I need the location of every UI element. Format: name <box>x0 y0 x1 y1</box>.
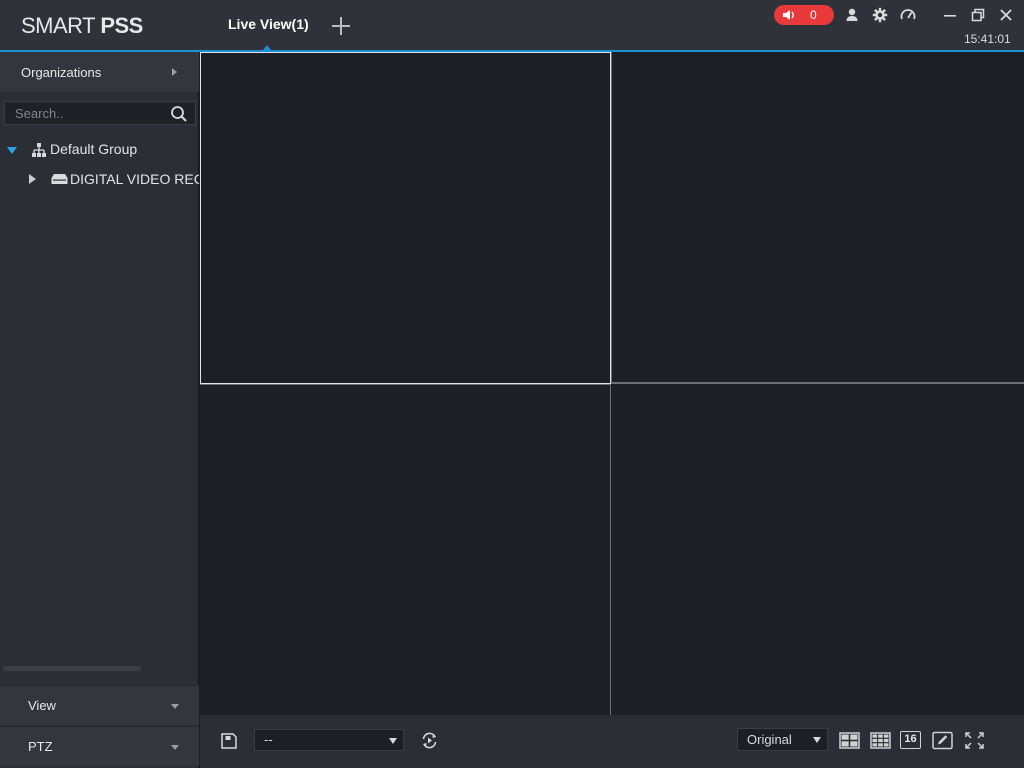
video-window-2[interactable] <box>612 52 1024 382</box>
video-window-4[interactable] <box>611 384 1024 715</box>
expand-right-icon[interactable] <box>29 174 36 184</box>
minimize-icon[interactable] <box>942 7 958 23</box>
search-icon[interactable] <box>170 105 188 123</box>
accordion-label: View <box>28 698 56 713</box>
dropdown-arrow-icon <box>813 737 821 743</box>
tree-item-label: Default Group <box>50 141 138 157</box>
view-select[interactable]: -- <box>254 729 404 751</box>
search-input[interactable] <box>15 105 160 122</box>
video-window-3[interactable] <box>200 385 610 715</box>
alarm-button[interactable]: 0 <box>774 5 834 25</box>
organizations-header[interactable]: Organizations <box>0 52 199 92</box>
org-tree-icon <box>32 143 46 157</box>
video-window-1[interactable] <box>200 52 611 384</box>
layout-4-grid-icon[interactable] <box>839 731 860 750</box>
gear-icon[interactable] <box>872 7 888 23</box>
aspect-ratio-value: Original <box>747 732 792 747</box>
tree-item-default-group[interactable]: Default Group <box>0 137 199 163</box>
sidebar: Organizations Default Group DIGITAL VIDE… <box>0 52 199 768</box>
video-grid <box>200 52 1024 715</box>
title-bar: SMART PSS Live View(1) 0 15:41:01 <box>0 0 1024 50</box>
dropdown-arrow-icon <box>389 738 397 744</box>
organizations-label: Organizations <box>21 65 102 80</box>
user-icon[interactable] <box>844 7 860 23</box>
bottom-toolbar: -- Original 16 <box>200 715 1024 768</box>
dvr-device-icon <box>51 174 68 184</box>
edit-layout-icon[interactable] <box>932 731 953 750</box>
tab-live-view[interactable]: Live View(1) <box>228 16 309 32</box>
close-icon[interactable] <box>998 7 1014 23</box>
restore-icon[interactable] <box>970 7 986 23</box>
tree-item-label: DIGITAL VIDEO RECORDER <box>70 171 199 187</box>
chevron-right-icon <box>172 68 177 76</box>
expand-down-icon[interactable] <box>7 147 17 154</box>
alarm-speaker-icon <box>783 10 794 20</box>
speed-gauge-icon[interactable] <box>900 7 916 23</box>
fullscreen-icon[interactable] <box>964 731 985 750</box>
layout-16-button[interactable]: 16 <box>900 731 921 749</box>
app-logo: SMART PSS <box>21 13 143 38</box>
aspect-ratio-select[interactable]: Original <box>737 728 828 751</box>
chevron-down-icon <box>171 704 179 709</box>
view-select-value: -- <box>264 732 273 747</box>
accordion-ptz[interactable]: PTZ <box>0 726 199 766</box>
add-tab-plus-icon[interactable] <box>330 15 352 37</box>
search-box <box>4 101 196 125</box>
clock: 15:41:01 <box>964 32 1011 46</box>
layout-9-grid-icon[interactable] <box>870 731 891 750</box>
alarm-count: 0 <box>810 8 817 22</box>
chevron-down-icon <box>171 745 179 750</box>
tree-item-dvr[interactable]: DIGITAL VIDEO RECORDER <box>0 167 199 193</box>
horizontal-scrollbar[interactable] <box>3 666 141 671</box>
refresh-play-icon[interactable] <box>420 731 439 750</box>
accordion-label: PTZ <box>28 739 53 754</box>
accordion-view[interactable]: View <box>0 685 199 725</box>
save-view-icon[interactable] <box>220 732 238 750</box>
